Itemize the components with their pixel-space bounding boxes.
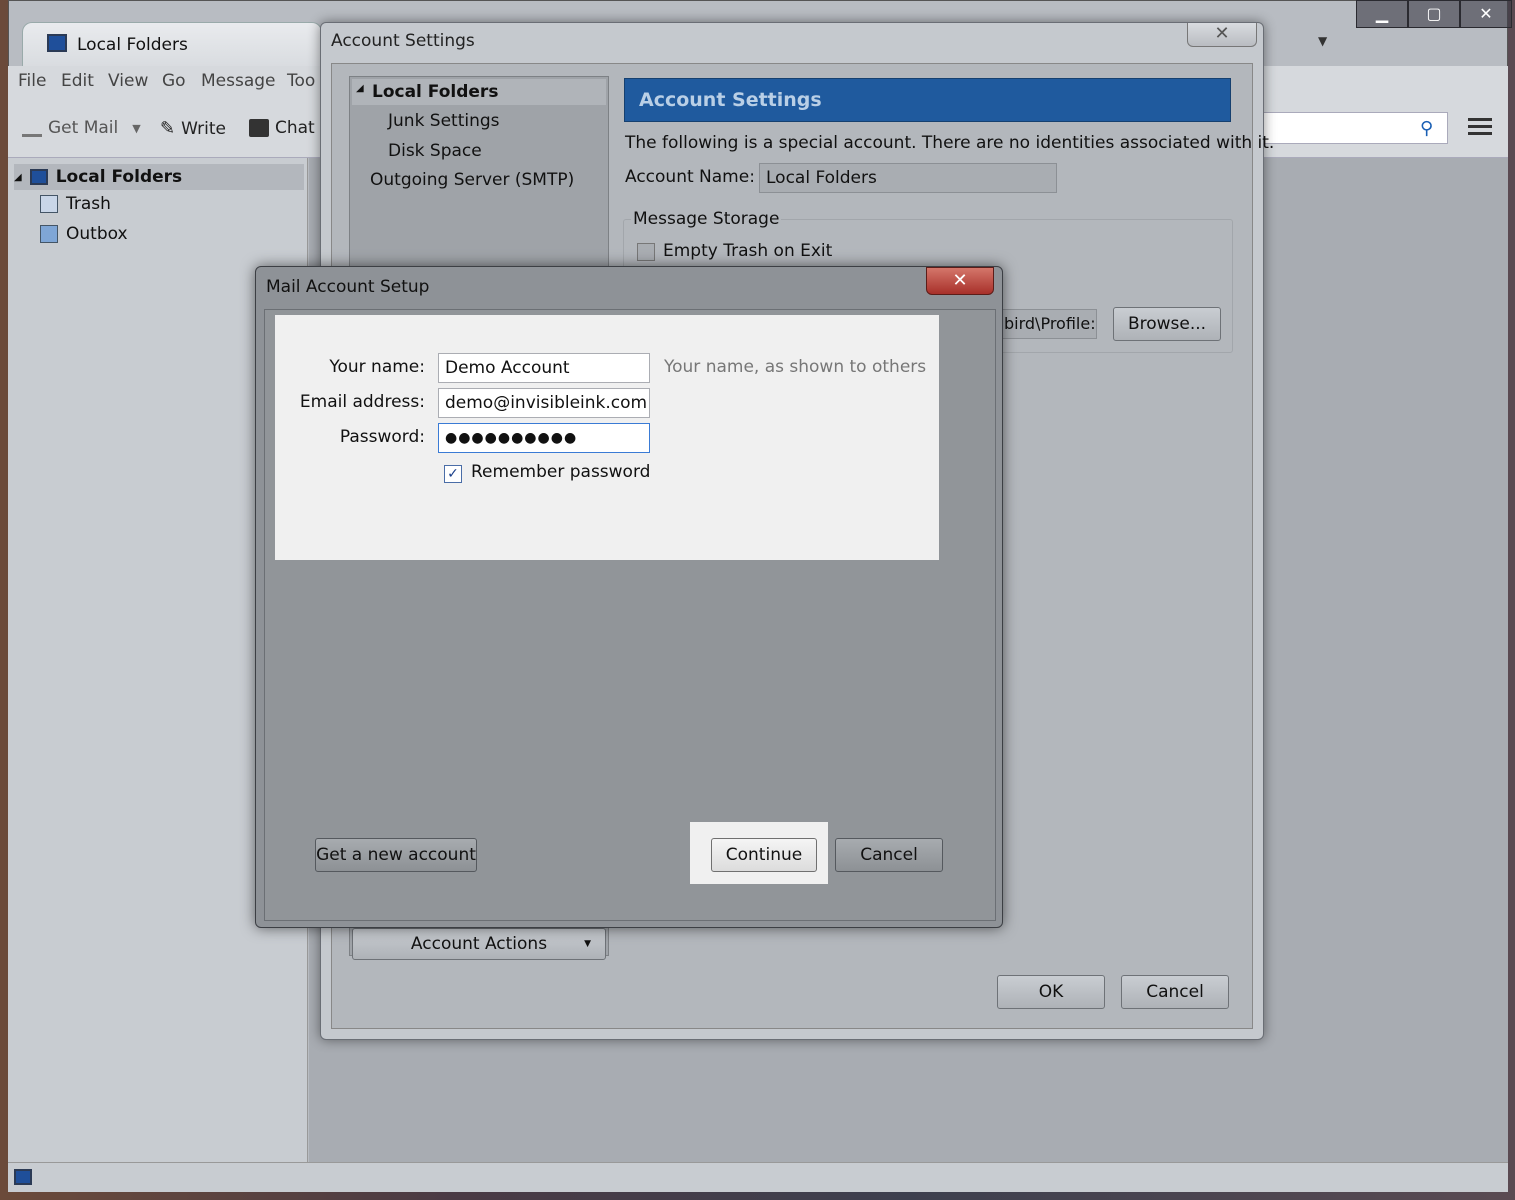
account-settings-cancel-button[interactable]: Cancel [1121, 975, 1229, 1009]
tree-item-label: Local Folders [372, 82, 499, 102]
menu-message[interactable]: Message [201, 71, 276, 91]
write-label: Write [181, 118, 226, 139]
menu-tools[interactable]: Too [287, 71, 315, 91]
tree-item-local-folders[interactable]: ◢ Local Folders [352, 79, 606, 105]
computer-icon [29, 169, 48, 185]
cancel-label: Cancel [860, 845, 918, 865]
search-icon[interactable]: ⚲ [1420, 118, 1433, 139]
status-bar [8, 1162, 1508, 1192]
trash-icon [40, 195, 58, 213]
close-icon[interactable]: ✕ [926, 267, 994, 295]
folder-label: Outbox [66, 224, 128, 244]
browse-label: Browse... [1127, 314, 1207, 334]
account-actions-button[interactable]: Account Actions ▼ [352, 928, 606, 960]
account-settings-header: Account Settings [624, 78, 1231, 122]
local-directory-field[interactable]: bird\Profile: [997, 309, 1097, 339]
account-name-label: Account Name: [625, 167, 755, 187]
get-new-account-label: Get a new account [316, 845, 476, 865]
menu-go[interactable]: Go [162, 71, 186, 91]
maximize-icon[interactable]: ▢ [1408, 0, 1460, 28]
pencil-icon: ✎ [160, 118, 176, 139]
your-name-label: Your name: [329, 357, 425, 377]
empty-trash-checkbox[interactable] [637, 243, 655, 261]
tree-item-junk-settings[interactable]: Junk Settings [388, 111, 500, 131]
menu-file[interactable]: File [18, 71, 46, 91]
continue-button[interactable]: Continue [711, 838, 817, 872]
remember-password-label: Remember password [471, 462, 651, 482]
menu-edit[interactable]: Edit [61, 71, 94, 91]
account-form: Your name: Demo Account Your name, as sh… [275, 315, 939, 560]
local-folders-icon [47, 34, 67, 52]
empty-trash-label: Empty Trash on Exit [663, 241, 833, 261]
browse-button[interactable]: Browse... [1113, 307, 1221, 341]
get-mail-label: Get Mail [48, 118, 119, 138]
window-title: Account Settings [331, 31, 475, 51]
password-label: Password: [339, 427, 425, 447]
account-description: The following is a special account. Ther… [625, 133, 1275, 153]
app-menu-icon[interactable] [1468, 118, 1492, 139]
get-new-account-button[interactable]: Get a new account [315, 838, 477, 872]
continue-label: Continue [725, 845, 803, 865]
get-mail-dropdown-icon[interactable]: ▼ [132, 122, 140, 135]
tab-local-folders[interactable]: Local Folders [22, 22, 322, 66]
expand-triangle-icon[interactable]: ◢ [14, 172, 22, 183]
dialog-title: Mail Account Setup [266, 277, 430, 297]
expand-triangle-icon[interactable]: ◢ [356, 83, 364, 94]
your-name-field[interactable]: Demo Account [438, 353, 650, 383]
tab-list-dropdown-icon[interactable]: ▼ [1318, 34, 1327, 48]
cancel-label: Cancel [1146, 982, 1204, 1002]
online-status-icon[interactable] [14, 1169, 32, 1185]
account-actions-label: Account Actions [410, 934, 548, 954]
mail-account-setup-dialog: Mail Account Setup ✕ Your name: Demo Acc… [255, 266, 1003, 928]
account-name-field[interactable]: Local Folders [759, 163, 1057, 193]
folder-local-folders[interactable]: ◢ Local Folders [14, 164, 304, 190]
email-address-field[interactable]: demo@invisibleink.com [438, 388, 650, 418]
tree-item-disk-space[interactable]: Disk Space [388, 141, 482, 161]
chat-bubble-icon [249, 119, 269, 137]
write-button[interactable]: ✎ Write [160, 118, 226, 139]
download-icon [22, 119, 42, 137]
folder-trash[interactable]: Trash [40, 194, 111, 214]
message-storage-label: Message Storage [631, 209, 782, 229]
ok-button[interactable]: OK [997, 975, 1105, 1009]
chat-button[interactable]: Chat [249, 118, 315, 138]
tab-label: Local Folders [77, 35, 188, 55]
email-address-label: Email address: [299, 392, 425, 412]
header-title: Account Settings [639, 89, 822, 111]
close-icon[interactable]: ✕ [1187, 23, 1257, 47]
get-mail-button[interactable]: Get Mail ▼ [22, 118, 141, 138]
dropdown-arrow-icon: ▼ [584, 939, 591, 949]
setup-cancel-button[interactable]: Cancel [835, 838, 943, 872]
chat-label: Chat [275, 118, 315, 138]
tree-item-outgoing-server[interactable]: Outgoing Server (SMTP) [370, 170, 574, 190]
password-field[interactable]: ●●●●●●●●●● [438, 423, 650, 453]
menu-view[interactable]: View [108, 71, 148, 91]
outbox-icon [40, 225, 58, 243]
minimize-icon[interactable]: ▁ [1356, 0, 1408, 28]
remember-password-checkbox[interactable]: ✓ [444, 465, 462, 483]
folder-label: Local Folders [55, 167, 183, 187]
your-name-hint: Your name, as shown to others [664, 357, 927, 377]
window-close-icon[interactable]: ✕ [1460, 0, 1512, 28]
folder-label: Trash [66, 194, 111, 214]
ok-label: OK [1038, 982, 1064, 1002]
folder-outbox[interactable]: Outbox [40, 224, 128, 244]
